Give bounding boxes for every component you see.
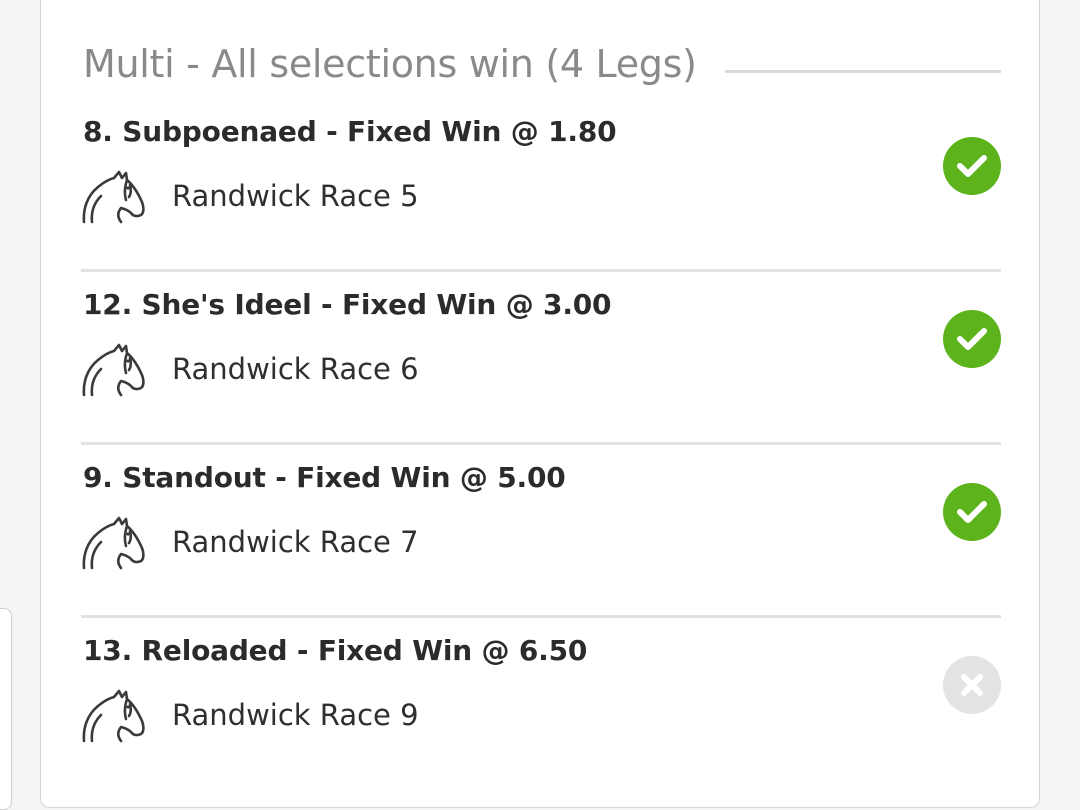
leg-race-name: Randwick Race 5 bbox=[172, 179, 419, 213]
check-circle-icon bbox=[943, 483, 1001, 541]
leg-race-name: Randwick Race 6 bbox=[172, 352, 419, 386]
multi-bet-card: Multi - All selections win (4 Legs) 8. S… bbox=[40, 0, 1040, 808]
leg-item[interactable]: 8. Subpoenaed - Fixed Win @ 1.80 Randwic… bbox=[81, 99, 1001, 272]
bet-header: Multi - All selections win (4 Legs) bbox=[83, 39, 1001, 89]
x-circle-icon bbox=[943, 656, 1001, 714]
leg-item[interactable]: 13. Reloaded - Fixed Win @ 6.50 Randwick… bbox=[81, 618, 1001, 791]
leg-selection-title: 12. She's Ideel - Fixed Win @ 3.00 bbox=[83, 288, 612, 321]
header-divider bbox=[724, 69, 1001, 73]
horse-icon bbox=[82, 170, 145, 224]
leg-selection-title: 8. Subpoenaed - Fixed Win @ 1.80 bbox=[83, 115, 617, 148]
background-panel-edge bbox=[0, 608, 12, 810]
check-circle-icon bbox=[943, 137, 1001, 195]
bet-title: Multi - All selections win (4 Legs) bbox=[83, 42, 697, 86]
leg-item[interactable]: 12. She's Ideel - Fixed Win @ 3.00 Randw… bbox=[81, 272, 1001, 445]
check-circle-icon bbox=[943, 310, 1001, 368]
leg-selection-title: 13. Reloaded - Fixed Win @ 6.50 bbox=[83, 634, 588, 667]
horse-icon bbox=[82, 343, 145, 397]
horse-icon bbox=[82, 689, 145, 743]
legs-list: 8. Subpoenaed - Fixed Win @ 1.80 Randwic… bbox=[81, 99, 1001, 791]
horse-icon bbox=[82, 516, 145, 570]
leg-race-name: Randwick Race 7 bbox=[172, 525, 419, 559]
leg-item[interactable]: 9. Standout - Fixed Win @ 5.00 Randwick … bbox=[81, 445, 1001, 618]
leg-race-name: Randwick Race 9 bbox=[172, 698, 419, 732]
leg-selection-title: 9. Standout - Fixed Win @ 5.00 bbox=[83, 461, 566, 494]
